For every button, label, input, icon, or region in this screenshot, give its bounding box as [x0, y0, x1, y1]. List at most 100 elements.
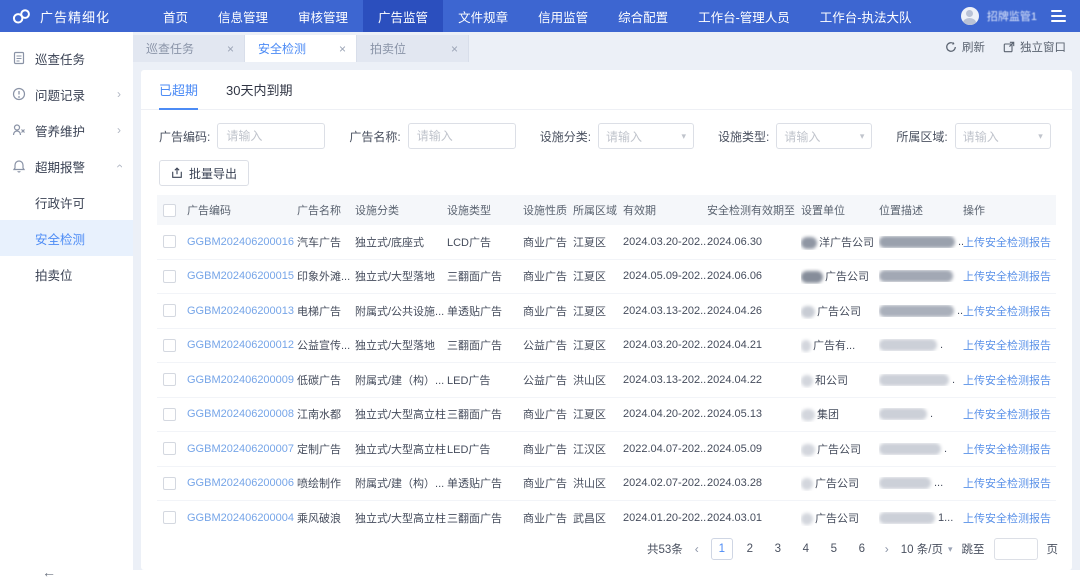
- sidebar-item-问题记录[interactable]: 问题记录›: [0, 76, 133, 112]
- redacted-blob: [801, 306, 815, 318]
- nav-right: 招牌监管1: [961, 0, 1080, 32]
- district-cell: 洪山区: [573, 372, 623, 388]
- page-3[interactable]: 3: [767, 538, 789, 560]
- nature-cell: 商业广告: [523, 406, 573, 422]
- close-icon[interactable]: ×: [339, 42, 346, 56]
- detect-until-cell: 2024.05.13: [707, 408, 801, 420]
- row-checkbox[interactable]: [163, 442, 176, 455]
- upload-report-link[interactable]: 上传安全检测报告: [963, 510, 1055, 526]
- nav-item-工作台-执法大队[interactable]: 工作台-执法大队: [805, 0, 927, 32]
- ad-code-cell[interactable]: GGBM202406200013: [187, 305, 297, 317]
- back-arrow[interactable]: ←: [42, 564, 56, 580]
- ad-code-cell[interactable]: GGBM202406200016: [187, 236, 297, 248]
- top-navbar: 广告精细化 首页信息管理审核管理广告监管文件规章信用监管综合配置工作台-管理人员…: [0, 0, 1080, 32]
- ad-code-cell[interactable]: GGBM202406200006: [187, 477, 297, 489]
- sidebar-subitem-拍卖位[interactable]: 拍卖位: [0, 256, 133, 292]
- page-5[interactable]: 5: [823, 538, 845, 560]
- nav-item-工作台-管理人员[interactable]: 工作台-管理人员: [683, 0, 805, 32]
- ad-code-cell[interactable]: GGBM202406200012: [187, 339, 297, 351]
- upload-report-link[interactable]: 上传安全检测报告: [963, 372, 1055, 388]
- user-avatar[interactable]: [961, 7, 979, 25]
- ad-code-input[interactable]: [217, 123, 325, 149]
- nav-item-首页[interactable]: 首页: [148, 0, 203, 32]
- maintenance-icon: [12, 123, 26, 137]
- facility-class-select[interactable]: 请输入▾: [598, 123, 694, 149]
- jump-page-input[interactable]: [994, 538, 1038, 560]
- upload-report-link[interactable]: 上传安全检测报告: [963, 234, 1055, 250]
- page-size-select[interactable]: 10 条/页 ▾: [901, 541, 953, 557]
- upload-report-link[interactable]: 上传安全检测报告: [963, 441, 1055, 457]
- upload-report-link[interactable]: 上传安全检测报告: [963, 268, 1055, 284]
- subtab-已超期[interactable]: 已超期: [159, 70, 198, 109]
- row-checkbox[interactable]: [163, 339, 176, 352]
- nav-item-广告监管[interactable]: 广告监管: [363, 0, 443, 32]
- district-select[interactable]: 请输入▾: [955, 123, 1051, 149]
- district-cell: 江夏区: [573, 406, 623, 422]
- row-checkbox[interactable]: [163, 270, 176, 283]
- facility-type-select[interactable]: 请输入▾: [776, 123, 872, 149]
- upload-report-link[interactable]: 上传安全检测报告: [963, 475, 1055, 491]
- table-row: GGBM202406200015印象外滩...独立式/大型落地三翻面广告商业广告…: [157, 260, 1056, 295]
- sidebar-subitem-安全检测[interactable]: 安全检测: [0, 220, 133, 256]
- ad-code-cell[interactable]: GGBM202406200009: [187, 374, 297, 386]
- standalone-window-button[interactable]: 独立窗口: [1003, 39, 1066, 55]
- row-checkbox[interactable]: [163, 235, 176, 248]
- nav-item-信息管理[interactable]: 信息管理: [203, 0, 283, 32]
- tab-安全检测[interactable]: 安全检测×: [245, 35, 357, 62]
- filter-group-facility-type: 设施类型:请输入▾: [718, 123, 872, 149]
- unit-cell: 广告有...: [801, 337, 879, 353]
- row-checkbox[interactable]: [163, 373, 176, 386]
- ad-name-input[interactable]: [408, 123, 516, 149]
- facility-type-cell: 三翻面广告: [447, 337, 523, 353]
- validity-cell: 2024.04.20-202...: [623, 408, 707, 420]
- menu-list-icon[interactable]: [1051, 10, 1066, 22]
- table-row: GGBM202406200013电梯广告附属式/公共设施...单透贴广告商业广告…: [157, 294, 1056, 329]
- batch-export-button[interactable]: 批量导出: [159, 160, 249, 186]
- row-checkbox[interactable]: [163, 477, 176, 490]
- ad-code-cell[interactable]: GGBM202406200015: [187, 270, 297, 282]
- page-4[interactable]: 4: [795, 538, 817, 560]
- facility-class-cell: 独立式/大型高立柱: [355, 406, 447, 422]
- page-1[interactable]: 1: [711, 538, 733, 560]
- page-2[interactable]: 2: [739, 538, 761, 560]
- facility-type-cell: 三翻面广告: [447, 406, 523, 422]
- page-6[interactable]: 6: [851, 538, 873, 560]
- subtab-30天内到期[interactable]: 30天内到期: [226, 70, 292, 109]
- detect-until-cell: 2024.04.26: [707, 305, 801, 317]
- ad-code-cell[interactable]: GGBM202406200008: [187, 408, 297, 420]
- upload-report-link[interactable]: 上传安全检测报告: [963, 406, 1055, 422]
- nav-item-文件规章[interactable]: 文件规章: [443, 0, 523, 32]
- ad-code-cell[interactable]: GGBM202406200004: [187, 512, 297, 524]
- upload-report-link[interactable]: 上传安全检测报告: [963, 337, 1055, 353]
- facility-type-select-placeholder: 请输入: [784, 128, 820, 145]
- tab-拍卖位[interactable]: 拍卖位 ×: [357, 35, 469, 62]
- table-row: GGBM202406200004乘风破浪独立式/大型高立柱三翻面广告商业广告武昌…: [157, 501, 1056, 529]
- filter-label-ad-code: 广告编码:: [159, 128, 210, 145]
- ad-code-cell[interactable]: GGBM202406200007: [187, 443, 297, 455]
- unit-cell: 广告公司: [801, 268, 879, 284]
- next-page-button[interactable]: ›: [882, 542, 892, 556]
- refresh-button[interactable]: 刷新: [945, 39, 985, 55]
- prev-page-button[interactable]: ‹: [692, 542, 702, 556]
- row-checkbox[interactable]: [163, 511, 176, 524]
- sidebar-item-超期报警[interactable]: 超期报警›: [0, 148, 133, 184]
- tab-label: 拍卖位: [370, 40, 406, 57]
- close-icon[interactable]: ×: [451, 42, 458, 56]
- nav-item-审核管理[interactable]: 审核管理: [283, 0, 363, 32]
- nav-item-综合配置[interactable]: 综合配置: [603, 0, 683, 32]
- select-all-checkbox[interactable]: [163, 204, 176, 217]
- row-checkbox[interactable]: [163, 408, 176, 421]
- unit-cell: 和公司: [801, 372, 879, 388]
- upload-report-link[interactable]: 上传安全检测报告: [963, 303, 1055, 319]
- sidebar-item-管养维护[interactable]: 管养维护›: [0, 112, 133, 148]
- tab-巡查任务[interactable]: 巡查任务×: [133, 35, 245, 62]
- unit-cell: 广告公司: [801, 475, 879, 491]
- close-icon[interactable]: ×: [227, 42, 234, 56]
- chevron-down-icon: ▾: [948, 544, 953, 555]
- sidebar-subitem-行政许可[interactable]: 行政许可: [0, 184, 133, 220]
- sidebar-item-巡查任务[interactable]: 巡查任务: [0, 40, 133, 76]
- sidebar-item-label: 超期报警: [35, 157, 117, 176]
- nav-item-信用监管[interactable]: 信用监管: [523, 0, 603, 32]
- subtabs: 已超期 30天内到期: [141, 70, 1072, 110]
- row-checkbox[interactable]: [163, 304, 176, 317]
